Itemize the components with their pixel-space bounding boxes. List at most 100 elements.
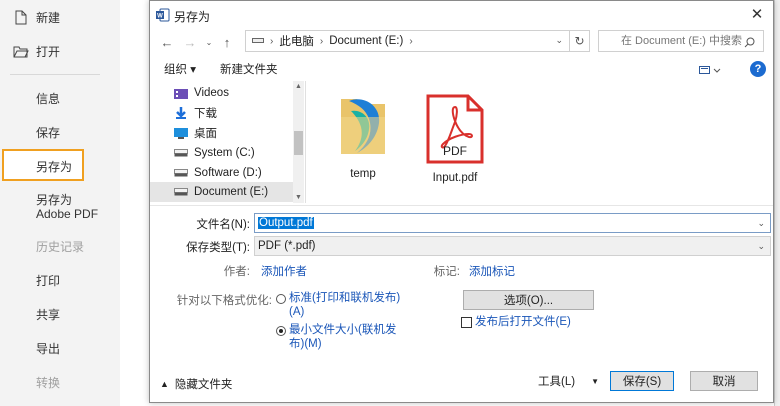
filetype-label: 保存类型(T): <box>186 242 250 254</box>
recent-locations-chevron-icon[interactable]: ⌄ <box>200 33 218 51</box>
nav-pane-scrollbar[interactable]: ▲ ▼ <box>293 81 304 203</box>
add-tags-link[interactable]: 添加标记 <box>469 263 515 279</box>
save-as-item[interactable]: 另存为 <box>36 160 72 174</box>
tags-label: 标记: <box>433 266 460 278</box>
minimum-size-radio[interactable] <box>276 326 286 336</box>
backstage-divider <box>10 74 100 75</box>
print-item[interactable]: 打印 <box>36 274 60 288</box>
history-item: 历史记录 <box>36 240 85 254</box>
drive-icon <box>174 186 188 198</box>
standard-option-label[interactable]: 标准(打印和联机发布) (A) <box>289 291 400 319</box>
dialog-toolbar: 组织 ▾ 新建文件夹 ? <box>150 59 773 81</box>
minimum-size-option-line1: 最小文件大小(联机发 <box>289 324 397 336</box>
breadcrumb-drive[interactable]: Document (E:) <box>329 35 403 47</box>
breadcrumb-this-pc[interactable]: 此电脑 <box>279 33 314 49</box>
file-name: temp <box>350 168 376 180</box>
breadcrumb-chevron-icon: › <box>409 35 413 47</box>
filename-label: 文件名(N): <box>196 219 250 231</box>
nav-item-label: 下载 <box>194 108 217 120</box>
open-after-publish-label[interactable]: 发布后打开文件(E) <box>475 315 571 329</box>
nav-item-label: Document (E:) <box>194 186 269 198</box>
open-button[interactable]: 打开 <box>0 35 120 67</box>
pdf-file-icon: PDF <box>425 94 485 168</box>
svg-text:W: W <box>157 14 163 20</box>
window-edge <box>774 0 780 406</box>
nav-item-videos[interactable]: Videos <box>174 83 302 103</box>
scrollbar-thumb[interactable] <box>294 131 303 155</box>
chevron-down-icon: ▼ <box>591 376 599 386</box>
drive-icon <box>174 167 188 179</box>
video-folder-icon <box>174 87 188 99</box>
address-bar[interactable]: › 此电脑 › Document (E:) › ⌄ <box>245 30 570 52</box>
minimum-size-option-line2: 布)(M) <box>289 338 322 350</box>
nav-item-software-d[interactable]: Software (D:) <box>174 163 302 183</box>
save-as-adobe-pdf-item[interactable]: 另存为 Adobe PDF <box>36 193 98 221</box>
share-item[interactable]: 共享 <box>36 308 60 322</box>
close-icon[interactable]: ✕ <box>749 6 765 23</box>
new-folder-button[interactable]: 新建文件夹 <box>220 61 278 77</box>
form-divider <box>150 205 773 206</box>
nav-item-label: System (C:) <box>194 147 255 159</box>
open-label: 打开 <box>36 44 61 59</box>
options-button[interactable]: 选项(O)... <box>463 290 594 310</box>
standard-option-line2: (A) <box>289 306 305 318</box>
new-document-icon <box>12 8 30 26</box>
filetype-select[interactable]: PDF (*.pdf) ⌄ <box>254 236 771 256</box>
filename-input[interactable]: Output.pdf ⌄ <box>254 213 771 233</box>
navigation-row: ← → ⌄ ↑ › 此电脑 › Document (E:) › ⌄ ↻ 在 Do… <box>150 29 773 55</box>
standard-radio[interactable] <box>276 294 286 304</box>
save-button[interactable]: 保存(S) <box>610 371 674 391</box>
save-item[interactable]: 保存 <box>36 126 60 140</box>
filename-dropdown-icon[interactable]: ⌄ <box>757 214 765 232</box>
drive-small-icon <box>252 35 264 47</box>
filetype-dropdown-icon: ⌄ <box>757 241 765 251</box>
back-arrow-icon[interactable]: ← <box>158 33 176 51</box>
author-label: 作者: <box>223 266 250 278</box>
breadcrumb-chevron-icon: › <box>270 35 274 47</box>
filename-value: Output.pdf <box>258 217 314 229</box>
nav-item-system-c[interactable]: System (C:) <box>174 143 302 163</box>
help-icon[interactable]: ? <box>750 61 766 77</box>
desktop-icon <box>174 127 188 139</box>
navigation-pane: Videos 下载 桌面 System (C:) Software (D:) D… <box>150 81 305 203</box>
save-as-dialog: W 另存为 ✕ ← → ⌄ ↑ › 此电脑 › Document (E:) › … <box>149 0 774 403</box>
add-author-link[interactable]: 添加作者 <box>261 263 307 279</box>
hide-folders-toggle[interactable]: ▲ 隐藏文件夹 <box>160 376 232 392</box>
dialog-title: 另存为 <box>174 10 211 24</box>
nav-item-downloads[interactable]: 下载 <box>174 103 302 123</box>
forward-arrow-icon[interactable]: → <box>181 33 199 51</box>
open-folder-icon <box>12 42 30 60</box>
file-list: temp PDF Input.pdf <box>307 81 773 203</box>
nav-item-desktop[interactable]: 桌面 <box>174 123 302 143</box>
export-item[interactable]: 导出 <box>36 342 60 356</box>
scroll-up-icon[interactable]: ▲ <box>295 83 302 90</box>
cancel-button[interactable]: 取消 <box>690 371 758 391</box>
breadcrumb-chevron-icon: › <box>319 35 324 47</box>
file-item-input-pdf[interactable]: PDF Input.pdf <box>417 93 493 184</box>
search-icon <box>744 35 755 55</box>
minimum-size-option-label[interactable]: 最小文件大小(联机发 布)(M) <box>289 323 396 351</box>
file-item-temp[interactable]: temp <box>325 93 401 180</box>
nav-item-document-e[interactable]: Document (E:) <box>150 182 295 202</box>
search-placeholder: 在 Document (E:) 中搜索 <box>621 35 743 47</box>
standard-option-line1: 标准(打印和联机发布) <box>289 292 401 304</box>
search-box[interactable]: 在 Document (E:) 中搜索 <box>598 30 764 52</box>
view-options-icon[interactable] <box>698 62 722 78</box>
dialog-titlebar: W 另存为 ✕ <box>150 1 773 29</box>
backstage-panel: 新建 打开 信息 保存 另存为 另存为 Adobe PDF 历史记录 打印 共享… <box>0 0 120 406</box>
refresh-icon[interactable]: ↻ <box>570 30 590 52</box>
new-label: 新建 <box>36 10 61 25</box>
organize-button[interactable]: 组织 ▾ <box>164 61 196 77</box>
info-item[interactable]: 信息 <box>36 92 60 106</box>
new-button[interactable]: 新建 <box>0 1 120 33</box>
address-dropdown-icon[interactable]: ⌄ <box>555 35 563 46</box>
up-arrow-icon[interactable]: ↑ <box>218 33 236 51</box>
folder-icon <box>335 99 391 164</box>
scroll-down-icon[interactable]: ▼ <box>295 194 302 201</box>
save-as-adobe-line1: 另存为 <box>36 193 73 207</box>
download-icon <box>174 107 188 119</box>
open-after-publish-checkbox[interactable] <box>461 317 472 328</box>
tools-menu[interactable]: 工具(L) ▼ <box>538 373 599 389</box>
nav-item-label: 桌面 <box>194 128 217 140</box>
filetype-value: PDF (*.pdf) <box>258 240 316 252</box>
